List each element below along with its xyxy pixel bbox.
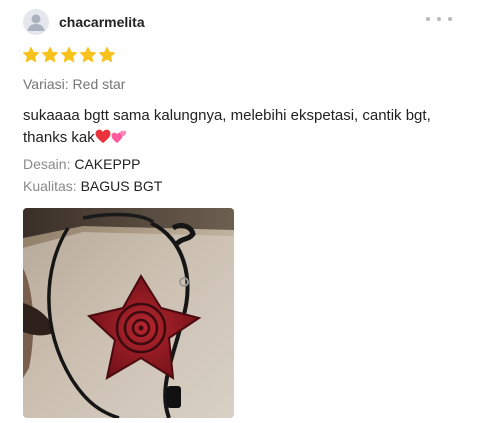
review-header: chacarmelita <box>23 9 145 35</box>
review-photo[interactable] <box>23 208 234 418</box>
avatar[interactable] <box>23 9 49 35</box>
star-icon <box>22 46 40 63</box>
user-icon <box>27 14 45 31</box>
variation-label: Variasi: <box>23 76 69 92</box>
review-comment: sukaaaa bgtt sama kalungnya, melebihi ek… <box>23 105 463 149</box>
star-icon <box>98 46 116 63</box>
username[interactable]: chacarmelita <box>59 14 145 30</box>
more-horizontal-icon <box>426 17 452 21</box>
attribute-quality: Kualitas: BAGUS BGT <box>23 178 162 194</box>
two-hearts-icon <box>111 130 126 143</box>
rating-stars <box>22 46 116 64</box>
review-card: chacarmelita Variasi: Red star sukaaaa b… <box>0 0 491 423</box>
star-icon <box>41 46 59 63</box>
variation-value: Red star <box>72 76 126 92</box>
attribute-design: Desain: CAKEPPP <box>23 156 141 172</box>
attribute-label: Kualitas: <box>23 178 77 194</box>
attribute-value: CAKEPPP <box>74 156 141 172</box>
review-comment-text: sukaaaa bgtt sama kalungnya, melebihi ek… <box>23 107 431 146</box>
star-icon <box>79 46 97 63</box>
more-options-button[interactable] <box>426 12 452 26</box>
red-heart-icon <box>95 129 111 143</box>
attribute-label: Desain: <box>23 156 71 172</box>
product-variation: Variasi: Red star <box>23 76 125 92</box>
attribute-value: BAGUS BGT <box>80 178 163 194</box>
star-icon <box>60 46 78 63</box>
